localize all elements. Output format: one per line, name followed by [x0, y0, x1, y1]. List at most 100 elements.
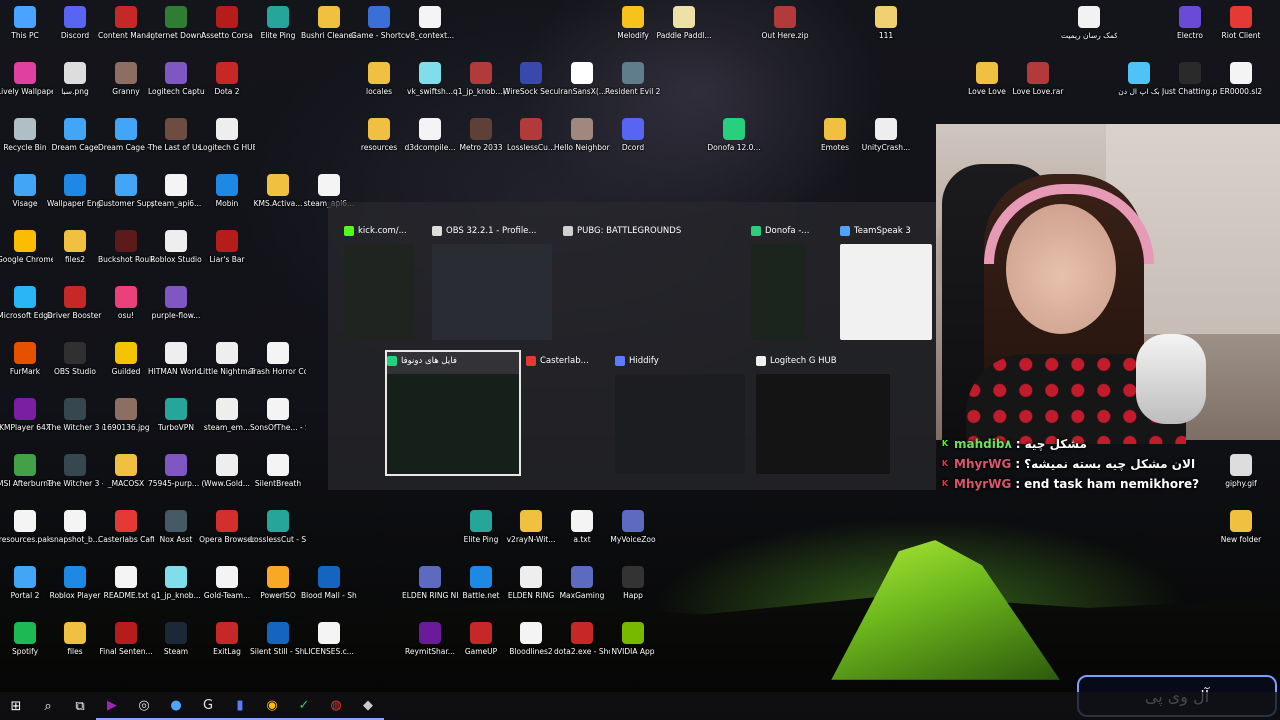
desktop-icon[interactable]: Content Manager.exe	[98, 6, 154, 40]
desktop-icon[interactable]: Logitech Capture	[148, 62, 204, 96]
desktop-icon[interactable]: dota2.exe - Shortcut	[554, 622, 610, 656]
desktop-icon[interactable]: q1_jp_knob...(1).zip	[453, 62, 509, 96]
desktop-icon[interactable]: Roblox Player	[47, 566, 103, 600]
desktop-icon[interactable]: 75945-purp... (1).png	[148, 454, 204, 488]
desktop-icon[interactable]: New folder	[1213, 510, 1269, 544]
desktop-icon[interactable]: Liar's Bar	[199, 230, 255, 264]
desktop-icon[interactable]: Metro 2033	[453, 118, 509, 152]
desktop-icon[interactable]: vk_swiftsh...	[402, 62, 458, 96]
desktop-icon[interactable]: Internet Downlo...	[148, 6, 204, 40]
desktop-icon[interactable]: ELDEN RING	[503, 566, 559, 600]
desktop-icon[interactable]: Dota 2	[199, 62, 255, 96]
taskbar-logitech[interactable]: G	[192, 692, 224, 720]
desktop-icon[interactable]: Hello Neighbor.exe	[554, 118, 610, 152]
desktop-icon[interactable]: locales	[351, 62, 407, 96]
desktop-icon[interactable]: ReymitShar...	[402, 622, 458, 656]
desktop-icon[interactable]: Melodify	[605, 6, 661, 40]
desktop-icon[interactable]: _MACOSX	[98, 454, 154, 488]
desktop-icon[interactable]: PowerISO	[250, 566, 306, 600]
desktop-icon[interactable]: LosslessCu...	[503, 118, 559, 152]
desktop-icon[interactable]: NVIDIA App	[605, 622, 661, 656]
desktop-icon[interactable]: Donofa 12.0...	[706, 118, 762, 152]
desktop-icon[interactable]: 111	[858, 6, 914, 40]
desktop-icon[interactable]: Wallpaper Engine	[47, 174, 103, 208]
desktop-icon[interactable]: HITMAN World of As...	[148, 342, 204, 376]
desktop-icon[interactable]: d3dcompile...	[402, 118, 458, 152]
desktop-icon[interactable]: IranSansX(...	[554, 62, 610, 96]
desktop-icon[interactable]: WireSock Secure ...	[503, 62, 559, 96]
desktop-icon[interactable]: files2	[47, 230, 103, 264]
desktop-icon[interactable]: Silent Still - Shortcut	[250, 622, 306, 656]
desktop-icon[interactable]: Dream Cage - Shortcut	[98, 118, 154, 152]
desktop-icon[interactable]: The Last of Us - Part I	[148, 118, 204, 152]
taskbar-chrome[interactable]: ◉	[256, 692, 288, 720]
switcher-window[interactable]: Logitech G HUB	[756, 352, 890, 474]
desktop-icon[interactable]: steam_em...	[199, 398, 255, 432]
desktop-icon[interactable]: Final Senten...	[98, 622, 154, 656]
desktop-icon[interactable]: Opera Browser	[199, 510, 255, 544]
desktop-icon[interactable]: Portal 2	[0, 566, 53, 600]
desktop-icon[interactable]: README.txt	[98, 566, 154, 600]
desktop-icon[interactable]: TurboVPN	[148, 398, 204, 432]
switcher-window[interactable]: TeamSpeak 3	[840, 222, 932, 340]
desktop-icon[interactable]: OBS Studio	[47, 342, 103, 376]
desktop-icon[interactable]: Just Chatting.png	[1162, 62, 1218, 96]
desktop-icon[interactable]: Microsoft Edge	[0, 286, 53, 320]
desktop-icon[interactable]: steam_api6...	[148, 174, 204, 208]
desktop-icon[interactable]: Guilded	[98, 342, 154, 376]
taskbar-kmplayer[interactable]: ▶	[96, 692, 128, 720]
desktop-icon[interactable]: LosslessCut - Shortcut	[250, 510, 306, 544]
desktop-icon[interactable]: Steam	[148, 622, 204, 656]
desktop-icon[interactable]: Buckshot Roulette	[98, 230, 154, 264]
desktop-icon[interactable]: Gold-Team...	[199, 566, 255, 600]
switcher-window[interactable]: kick.com/...	[344, 222, 414, 340]
switcher-window[interactable]: Casterlab...	[526, 352, 604, 474]
taskbar-obs[interactable]: ◎	[128, 692, 160, 720]
desktop-icon[interactable]: resources.pak	[0, 510, 53, 544]
taskbar-pubg[interactable]: ◆	[352, 692, 384, 720]
desktop-icon[interactable]: SonsOfThe... - Shortcut	[250, 398, 306, 432]
desktop-icon[interactable]: osu!	[98, 286, 154, 320]
switcher-window[interactable]: PUBG: BATTLEGROUNDS	[563, 222, 733, 340]
desktop-icon[interactable]: q1_jp_knob...	[148, 566, 204, 600]
desktop-icon[interactable]: UnityCrash...	[858, 118, 914, 152]
search-button[interactable]: ⌕	[32, 692, 64, 720]
task-view-button[interactable]: ⧉	[64, 692, 96, 720]
desktop-icon[interactable]: Visage	[0, 174, 53, 208]
taskbar-teamspeak[interactable]: ●	[160, 692, 192, 720]
desktop-icon[interactable]: The Witcher 3 - Complete ...	[47, 454, 103, 488]
desktop-icon[interactable]: Google Chrome	[0, 230, 53, 264]
desktop-icon[interactable]: MaxGaming	[554, 566, 610, 600]
desktop-icon[interactable]: Battle.net	[453, 566, 509, 600]
desktop-icon[interactable]: Electro	[1162, 6, 1218, 40]
desktop-icon[interactable]: Www.Gold...	[199, 454, 255, 488]
desktop-icon[interactable]: Lively Wallpaper	[0, 62, 53, 96]
desktop-icon[interactable]: Resident Evil 2 2019	[605, 62, 661, 96]
desktop-icon[interactable]: purple-flow...	[148, 286, 204, 320]
desktop-icon[interactable]: Bloodlines2	[503, 622, 559, 656]
desktop-icon[interactable]: Bushri Cleaner F...	[301, 6, 357, 40]
desktop-icon[interactable]: Blood Mall - Shortcut	[301, 566, 357, 600]
desktop-icon[interactable]: Trash Horror Collection	[250, 342, 306, 376]
desktop-icon[interactable]: Elite Ping	[453, 510, 509, 544]
desktop-icon[interactable]: Little Nightmares	[199, 342, 255, 376]
taskbar-hiddify[interactable]: ▮	[224, 692, 256, 720]
desktop-icon[interactable]: snapshot_b...	[47, 510, 103, 544]
desktop-icon[interactable]: KMS.Activa...	[250, 174, 306, 208]
desktop-icon[interactable]: Paddle Paddl...	[656, 6, 712, 40]
desktop-icon[interactable]: بک اپ ال دن	[1111, 62, 1167, 96]
desktop-icon[interactable]: Nox Asst	[148, 510, 204, 544]
desktop-icon[interactable]: resources	[351, 118, 407, 152]
desktop-icon[interactable]: Dcord	[605, 118, 661, 152]
desktop-icon[interactable]: v8_context...	[402, 6, 458, 40]
desktop-icon[interactable]: FurMark	[0, 342, 53, 376]
desktop-icon[interactable]: ER0000.sl2	[1213, 62, 1269, 96]
desktop-icon[interactable]: GameUP	[453, 622, 509, 656]
switcher-window[interactable]: OBS 32.2.1 - Profile...	[432, 222, 552, 340]
desktop-icon[interactable]: Assetto Corsa	[199, 6, 255, 40]
desktop-icon[interactable]: کمک رسان ریمیت	[1061, 6, 1117, 40]
switcher-window[interactable]: Hiddify	[615, 352, 745, 474]
desktop-icon[interactable]: This PC	[0, 6, 53, 40]
desktop-icon[interactable]: ExitLag	[199, 622, 255, 656]
desktop-icon[interactable]: Roblox Studio	[148, 230, 204, 264]
